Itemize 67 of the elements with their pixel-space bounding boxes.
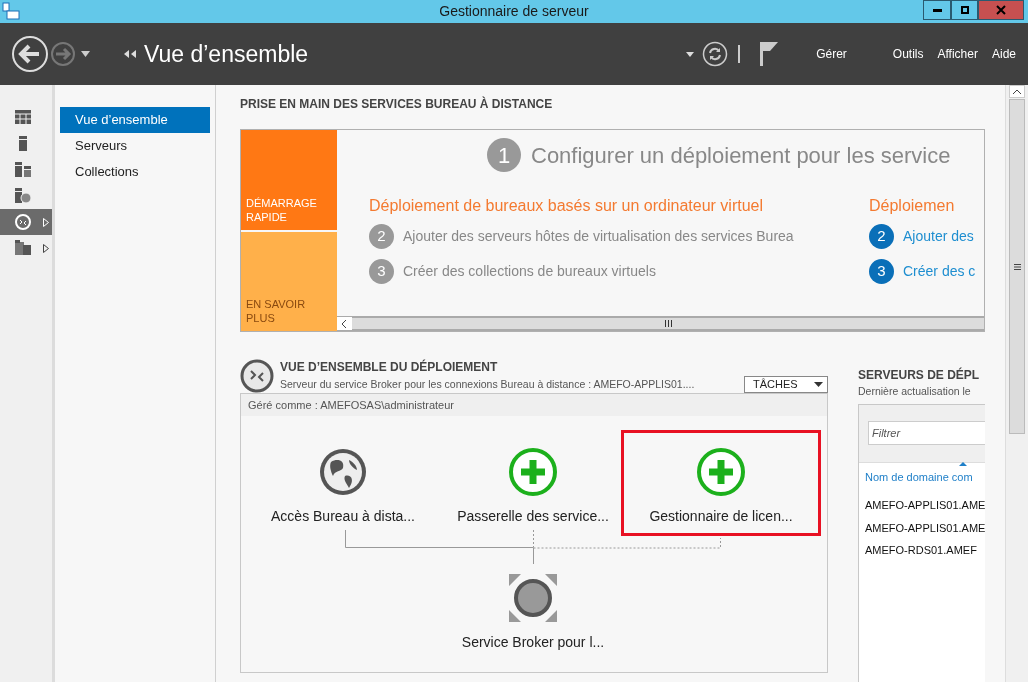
menu-item[interactable]: Outils xyxy=(892,45,924,63)
step-title: Configurer un déploiement pour les service xyxy=(531,141,951,170)
section-heading: PRISE EN MAIN DES SERVICES BUREAU À DISTANCE xyxy=(240,95,554,113)
forward-icon xyxy=(51,42,75,66)
add-icon[interactable] xyxy=(697,448,745,496)
role-label[interactable]: Service Broker pour l... xyxy=(461,632,605,653)
tasks-button[interactable]: TÂCHES xyxy=(744,376,828,393)
role-label[interactable]: Gestionnaire de licen... xyxy=(649,506,793,527)
app-icon xyxy=(2,2,20,20)
refresh-icon[interactable] xyxy=(702,41,729,67)
expand-arrow-icon[interactable] xyxy=(43,243,49,253)
nav-item[interactable]: Collections xyxy=(60,159,210,185)
globe-icon[interactable] xyxy=(319,448,367,496)
section-subtitle: Dernière actualisation le xyxy=(858,384,972,399)
step-number: 1 xyxy=(487,138,521,172)
grip-icon xyxy=(664,320,672,327)
filter-field[interactable]: Filtrer xyxy=(868,420,985,445)
dropdown-icon xyxy=(814,382,823,387)
nav-item[interactable]: Vue d’ensemble xyxy=(60,107,210,133)
scroll-left-icon[interactable] xyxy=(337,317,352,330)
minimize-button[interactable] xyxy=(923,0,951,20)
broker-icon[interactable] xyxy=(509,574,557,622)
add-icon[interactable] xyxy=(509,448,557,496)
table-cell[interactable]: AMEFO-APPLIS01.AME xyxy=(865,519,985,537)
step-number: 3 xyxy=(369,259,394,284)
dropdown-icon[interactable] xyxy=(686,51,695,57)
step-number: 2 xyxy=(869,224,894,249)
step-number: 3 xyxy=(869,259,894,284)
window-title: Gestionnaire de serveur xyxy=(439,2,589,21)
back-icon xyxy=(12,36,48,72)
remote-desktop-icon xyxy=(15,214,31,230)
chevrons-icon xyxy=(124,50,136,58)
step-text: Créer des collections de bureaux virtuels xyxy=(403,262,656,281)
role-label[interactable]: Accès Bureau à dista... xyxy=(271,506,415,527)
column-title: Déploiemen xyxy=(869,196,956,216)
server-icon xyxy=(15,188,31,204)
quick-start-tile[interactable]: EN SAVOIR PLUS xyxy=(241,231,337,331)
scrollbar-thumb[interactable] xyxy=(1009,99,1025,434)
column-header[interactable]: Nom de domaine com xyxy=(865,468,985,486)
managed-as-label: Géré comme : AMEFOSAS\administrateur xyxy=(241,394,827,416)
section-heading: SERVEURS DE DÉPL xyxy=(858,366,981,384)
dropdown-icon[interactable] xyxy=(81,51,90,57)
close-icon xyxy=(996,5,1006,15)
remote-desktop-icon xyxy=(240,358,274,393)
menu-item[interactable]: Aide xyxy=(991,45,1016,63)
section-subtitle: Serveur du service Broker pour les connexions Bureau à distance : AMEFO-APPLIS01.... xyxy=(280,376,695,392)
scroll-up-icon[interactable] xyxy=(1009,85,1025,98)
role-label[interactable]: Passerelle des service... xyxy=(457,506,609,527)
section-heading: VUE D’ENSEMBLE DU DÉPLOIEMENT xyxy=(280,358,499,376)
horizontal-scrollbar[interactable] xyxy=(337,316,984,331)
refresh-icon xyxy=(702,41,728,67)
breadcrumb-title: Vue d’ensemble xyxy=(144,39,309,69)
server-icon xyxy=(15,240,31,256)
vertical-scrollbar[interactable] xyxy=(1005,85,1028,682)
menu-item[interactable]: Afficher xyxy=(937,45,978,63)
step-number: 2 xyxy=(369,224,394,249)
nav-item[interactable]: Serveurs xyxy=(60,133,210,159)
table-cell[interactable]: AMEFO-APPLIS01.AME xyxy=(865,497,985,514)
grid-icon xyxy=(15,110,31,126)
close-button[interactable] xyxy=(978,0,1024,20)
server-icon xyxy=(15,162,31,178)
step-text: Ajouter des serveurs hôtes de virtualisation des services Burea xyxy=(403,227,794,246)
menu-item[interactable]: Gérer xyxy=(816,45,847,63)
column-title: Déploiement de bureaux basés sur un ordinateur virtuel xyxy=(369,196,764,216)
sidebar-icon-button[interactable] xyxy=(0,209,52,235)
table-cell[interactable]: AMEFO-RDS01.AMEF xyxy=(865,542,985,559)
back-icon[interactable] xyxy=(11,35,49,73)
